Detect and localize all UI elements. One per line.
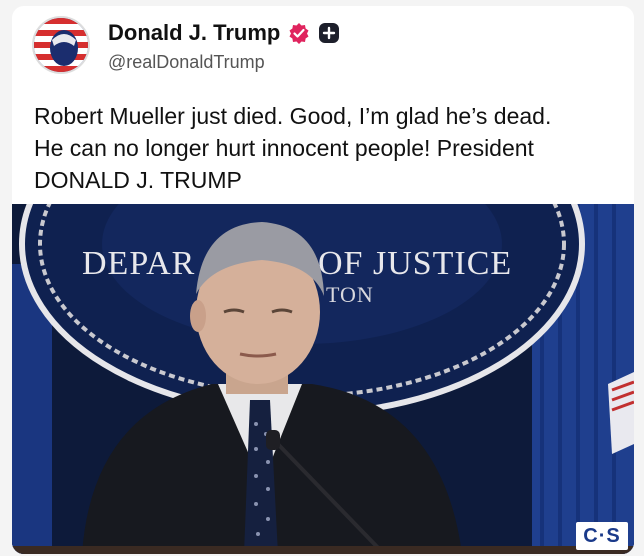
avatar[interactable]: [32, 16, 90, 74]
seal-text-right: OF JUSTICE: [318, 245, 512, 282]
post-text-line: He can no longer hurt innocent people! P…: [34, 135, 534, 161]
post-text-line: Robert Mueller just died. Good, I’m glad…: [34, 103, 552, 129]
media-scene: DEPAR OF JUSTICE TON: [12, 204, 634, 554]
watermark-logo: C·S: [576, 522, 628, 550]
seal-text-left: DEPAR: [82, 245, 195, 282]
plus-icon[interactable]: [318, 22, 340, 44]
post-text-line: DONALD J. TRUMP: [34, 167, 242, 193]
post-header: Donald J. Trump @realDonaldTrump: [12, 6, 634, 86]
seal-text-bottom: TON: [326, 282, 374, 307]
name-row: Donald J. Trump: [108, 20, 340, 46]
post-card: Donald J. Trump @realDonaldTrump Robert …: [12, 6, 634, 554]
display-name[interactable]: Donald J. Trump: [108, 20, 280, 46]
verified-badge-icon: [288, 22, 310, 44]
handle[interactable]: @realDonaldTrump: [108, 52, 265, 73]
post-media-image[interactable]: DEPAR OF JUSTICE TON C·S: [12, 204, 634, 554]
post-text: Robert Mueller just died. Good, I’m glad…: [34, 100, 624, 196]
